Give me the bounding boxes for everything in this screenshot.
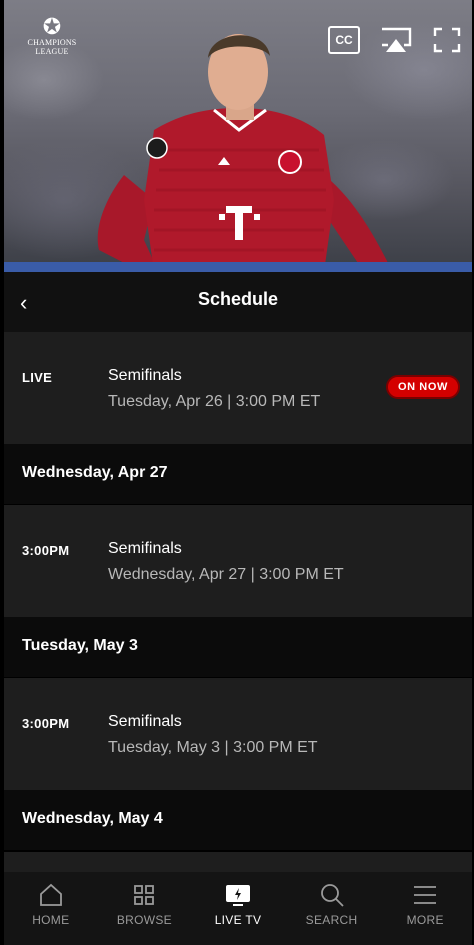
airplay-icon — [382, 27, 412, 52]
schedule-row[interactable]: 3:00PM Semifinals Tuesday, May 3 | 3:00 … — [4, 678, 472, 790]
event-name: Semifinals — [108, 540, 182, 557]
event-datetime: Wednesday, Apr 27 | 3:00 PM ET — [108, 566, 344, 583]
home-icon — [39, 883, 62, 906]
nav-more[interactable]: MORE — [378, 872, 472, 945]
event-time: 3:00PM — [22, 543, 70, 558]
page-title: Schedule — [197, 289, 279, 309]
date-heading: Wednesday, May 4 — [4, 790, 472, 850]
live-tv-icon — [225, 885, 250, 906]
starball-icon: ✪ — [42, 14, 62, 39]
schedule-header: ‹ Schedule — [4, 272, 472, 332]
closed-captions-button[interactable]: CC — [328, 26, 360, 54]
grid-icon — [134, 885, 155, 905]
event-time: LIVE — [22, 370, 53, 385]
search-icon — [320, 884, 344, 907]
video-player[interactable]: ✪ CHAMPIONS LEAGUE CC — [4, 0, 472, 272]
schedule-row-live[interactable]: LIVE Semifinals Tuesday, Apr 26 | 3:00 P… — [4, 332, 472, 444]
airplay-button[interactable] — [380, 26, 412, 54]
pitch-strip — [4, 262, 472, 272]
on-now-badge: ON NOW — [385, 375, 460, 399]
event-time: 3:00PM — [22, 716, 70, 731]
nav-browse[interactable]: BROWSE — [98, 872, 192, 945]
fullscreen-icon — [433, 27, 461, 53]
fullscreen-button[interactable] — [432, 26, 462, 54]
event-datetime: Tuesday, Apr 26 | 3:00 PM ET — [108, 393, 321, 410]
bottom-nav: HOME BROWSE LIVE TV SEARCH MORE — [4, 872, 472, 945]
nav-search[interactable]: SEARCH — [285, 872, 379, 945]
schedule-row-partial[interactable] — [4, 852, 472, 872]
menu-icon — [414, 886, 437, 904]
date-heading: Tuesday, May 3 — [4, 617, 472, 677]
date-heading: Wednesday, Apr 27 — [4, 444, 472, 504]
event-name: Semifinals — [108, 713, 182, 730]
nav-live-tv[interactable]: LIVE TV — [191, 872, 285, 945]
event-datetime: Tuesday, May 3 | 3:00 PM ET — [108, 739, 318, 756]
schedule-row[interactable]: 3:00PM Semifinals Wednesday, Apr 27 | 3:… — [4, 505, 472, 617]
nav-home[interactable]: HOME — [4, 872, 98, 945]
champions-league-logo: ✪ CHAMPIONS LEAGUE — [22, 14, 82, 57]
event-name: Semifinals — [108, 367, 182, 384]
cc-icon: CC — [335, 33, 353, 47]
